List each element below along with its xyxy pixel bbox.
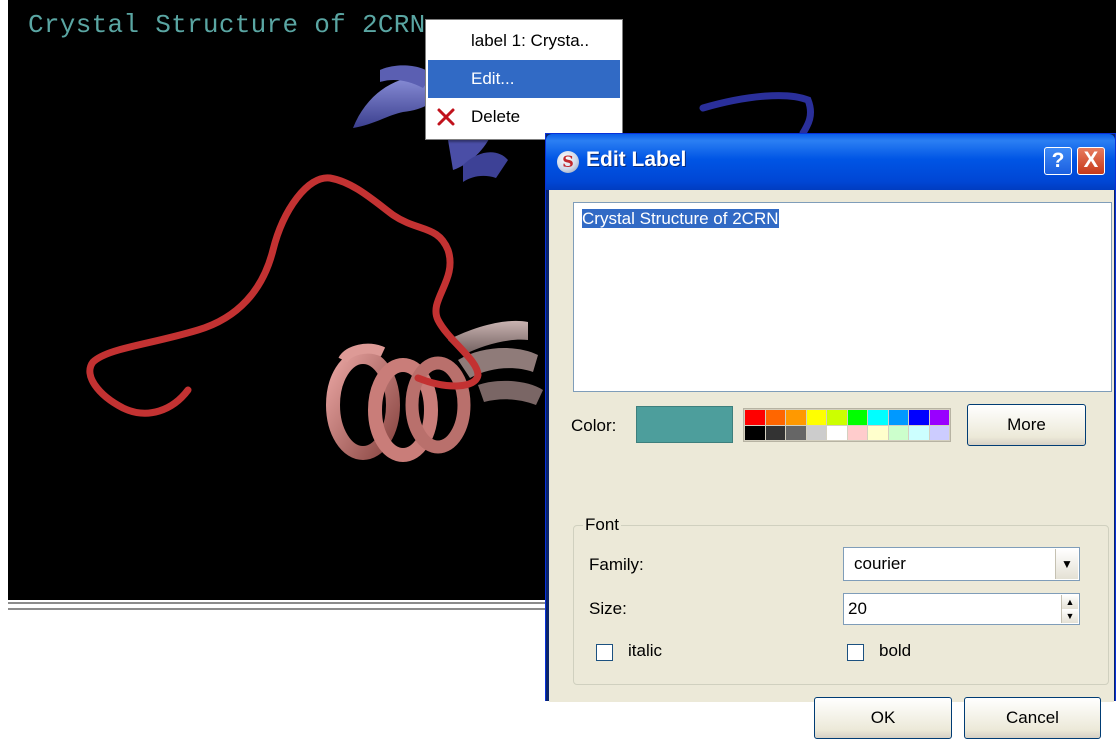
palette-swatch[interactable] [909, 410, 929, 425]
palette-swatch[interactable] [827, 410, 847, 425]
palette-swatch[interactable] [786, 410, 806, 425]
cancel-button[interactable]: Cancel [964, 697, 1101, 739]
label-context-menu: label 1: Crysta.. Edit... Delete [425, 19, 623, 140]
menu-item-label: label 1: Crysta.. [471, 31, 590, 50]
current-color-swatch[interactable] [636, 406, 733, 443]
spin-down-icon[interactable]: ▼ [1061, 609, 1078, 623]
palette-swatch[interactable] [909, 425, 929, 440]
edit-label-dialog: S Edit Label ? X Crystal Structure of 2C… [545, 133, 1116, 739]
close-button[interactable]: X [1077, 147, 1105, 175]
font-family-select[interactable]: courier ▼ [843, 547, 1080, 581]
size-label: Size: [589, 599, 627, 618]
palette-swatch[interactable] [765, 410, 785, 425]
palette-swatch[interactable] [847, 410, 867, 425]
font-size-spinner[interactable]: 20 ▲ ▼ [843, 593, 1080, 625]
palette-swatch[interactable] [929, 410, 949, 425]
more-colors-button[interactable]: More [967, 404, 1086, 446]
dialog-body: Crystal Structure of 2CRN Color: More Fo… [549, 190, 1114, 739]
palette-swatch[interactable] [806, 425, 826, 440]
cursor-marker [410, 0, 411, 10]
palette-swatch[interactable] [786, 425, 806, 440]
palette-swatch[interactable] [827, 425, 847, 440]
menu-item-delete[interactable]: Delete [426, 98, 622, 136]
chevron-down-icon[interactable]: ▼ [1055, 549, 1078, 579]
help-button[interactable]: ? [1044, 147, 1072, 175]
menu-item-label: Edit... [471, 69, 515, 88]
palette-swatch[interactable] [868, 425, 888, 440]
palette-swatch[interactable] [868, 410, 888, 425]
bold-label: bold [879, 641, 912, 660]
viewer-bottom-border [8, 600, 548, 614]
color-label: Color: [571, 416, 617, 435]
dialog-titlebar[interactable]: S Edit Label ? X [546, 134, 1115, 190]
palette-swatch[interactable] [888, 425, 908, 440]
font-group-legend: Font [583, 515, 622, 535]
chimera-app-icon: S [557, 151, 579, 173]
family-label: Family: [589, 555, 644, 574]
label-text-input[interactable]: Crystal Structure of 2CRN [573, 202, 1112, 392]
viewer-label-text[interactable]: Crystal Structure of 2CRN [28, 10, 426, 40]
delete-x-icon [433, 98, 459, 136]
palette-swatch[interactable] [847, 425, 867, 440]
palette-swatch[interactable] [745, 410, 765, 425]
palette-swatch[interactable] [888, 410, 908, 425]
palette-swatch[interactable] [929, 425, 949, 440]
bold-checkbox[interactable] [847, 644, 864, 661]
menu-item-label-1[interactable]: label 1: Crysta.. [426, 22, 622, 60]
menu-item-edit[interactable]: Edit... [428, 60, 620, 98]
selected-text: Crystal Structure of 2CRN [582, 209, 779, 228]
color-palette[interactable] [743, 408, 951, 442]
spin-up-icon[interactable]: ▲ [1061, 595, 1078, 609]
ok-button[interactable]: OK [814, 697, 952, 739]
palette-swatch[interactable] [765, 425, 785, 440]
italic-checkbox[interactable] [596, 644, 613, 661]
palette-swatch[interactable] [806, 410, 826, 425]
palette-swatch[interactable] [745, 425, 765, 440]
dialog-title: Edit Label [586, 148, 687, 171]
menu-item-label: Delete [471, 107, 521, 126]
font-size-value: 20 [848, 599, 867, 618]
font-family-value: courier [854, 554, 906, 573]
italic-label: italic [628, 641, 663, 660]
